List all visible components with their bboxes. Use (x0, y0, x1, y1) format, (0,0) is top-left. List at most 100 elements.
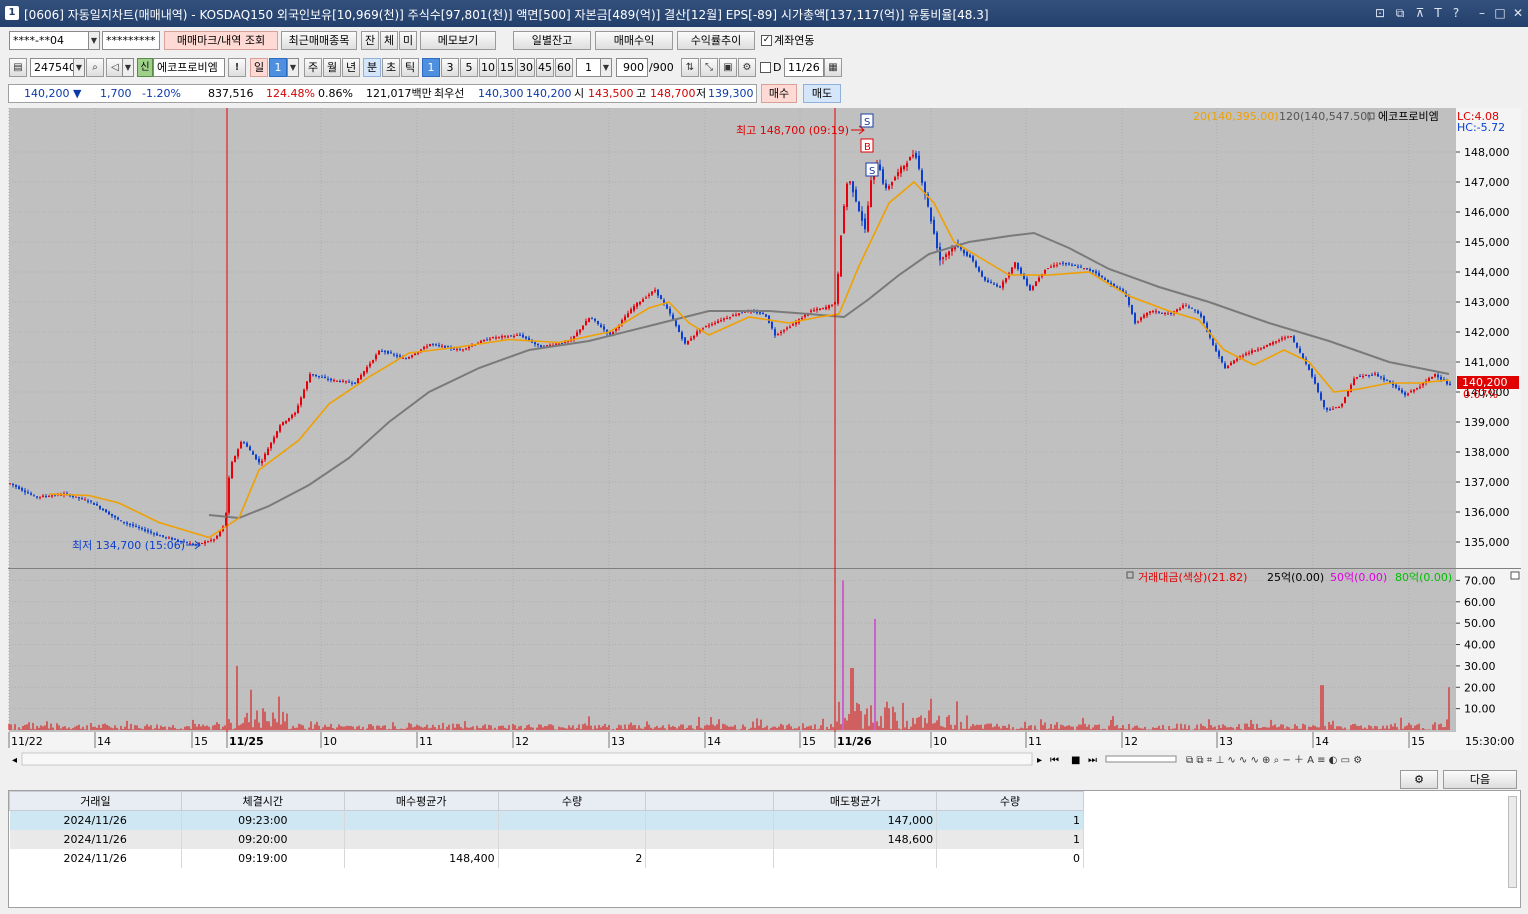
candle-body (12, 483, 14, 486)
candle-body (504, 335, 506, 337)
candle-body (1134, 313, 1136, 324)
candle-body (774, 329, 776, 336)
next-button[interactable]: 다음 (1443, 770, 1517, 789)
time-tick-label: 11/25 (229, 735, 264, 748)
candle-body (1365, 374, 1367, 376)
candle-body (1221, 356, 1223, 363)
col-sell-avg[interactable]: 매도평균가 (773, 791, 938, 811)
candle-body (1260, 348, 1262, 350)
candle-body (1194, 309, 1196, 311)
candle-body (1143, 315, 1145, 318)
candle-body (1038, 277, 1040, 282)
candle-body (1428, 378, 1430, 382)
candle-body (1362, 376, 1364, 378)
candle-body (39, 496, 41, 498)
candle-body (1092, 270, 1094, 272)
candle-body (276, 431, 278, 438)
candle-body (396, 354, 398, 357)
candle-body (582, 325, 584, 330)
candle-body (1215, 345, 1217, 352)
candle-body (90, 500, 92, 502)
sell-mark-2: S (865, 162, 879, 177)
ma120-legend: 120(140,547.50) (1279, 110, 1372, 123)
candle-body (684, 337, 686, 344)
table-scrollbar[interactable] (1508, 796, 1517, 888)
candle-body (1077, 266, 1079, 268)
time-tick-label: 11 (419, 735, 433, 748)
candle-body (759, 312, 761, 314)
candle-body (411, 355, 413, 358)
candle-body (1080, 266, 1082, 268)
candle-body (990, 281, 992, 283)
candle-body (1185, 305, 1187, 307)
candle-body (1269, 343, 1271, 346)
candle-body (648, 294, 650, 296)
candle-body (861, 211, 863, 221)
candle-body (453, 348, 455, 350)
candle-body (636, 302, 638, 307)
candle-body (951, 247, 953, 252)
candle-body (993, 283, 995, 285)
candle-body (1359, 375, 1361, 377)
candle-body (1197, 310, 1199, 314)
candle-body (825, 307, 827, 310)
table-row[interactable]: 2024/11/26 09:20:00 148,600 1 (9, 829, 1084, 849)
candle-body (159, 535, 161, 537)
candle-body (30, 493, 32, 495)
candle-body (687, 340, 689, 345)
price-tick-label: 136,000 (1464, 506, 1510, 519)
candle-body (1020, 267, 1022, 274)
candle-body (1380, 376, 1382, 378)
col-blank (645, 791, 775, 811)
candle-body (1248, 352, 1250, 354)
candle-body (654, 290, 656, 292)
candle-body (489, 338, 491, 340)
candle-body (33, 495, 35, 497)
volume-tick-label: 60.00 (1464, 596, 1496, 609)
candle-body (762, 312, 764, 314)
candle-body (849, 181, 851, 184)
candle-body (387, 351, 389, 354)
table-row[interactable]: 2024/11/26 09:23:00 147,000 1 (9, 810, 1084, 830)
candle-body (147, 530, 149, 532)
col-buy-avg[interactable]: 매수평균가 (343, 791, 499, 811)
candle-body (402, 357, 404, 359)
time-tick-label: 11/26 (837, 735, 872, 748)
candle-body (852, 181, 854, 193)
candle-body (1374, 373, 1376, 375)
scroll-left-icon: ◂ (12, 755, 17, 766)
col-sell-qty[interactable]: 수량 (936, 791, 1084, 811)
candle-body (1344, 397, 1346, 404)
candle-body (1356, 377, 1358, 379)
candle-body (324, 376, 326, 379)
candle-body (840, 235, 842, 277)
col-trade-date[interactable]: 거래일 (9, 791, 182, 811)
candle-body (1089, 269, 1091, 271)
chart-tools-icons: ⧉ ⧉ ⌗ ⊥ ∿ ∿ ∿ ⊕ ⌕ − ＋ A ≡ ◐ ▭ ⚙ (1186, 755, 1362, 766)
candle-body (900, 167, 902, 174)
candle-body (210, 540, 212, 542)
candle-body (1332, 408, 1334, 410)
table-toolbar: ⚙ 다음 (0, 768, 1528, 790)
candle-body (1407, 393, 1409, 396)
rewind-icon: ⏮ (1050, 755, 1059, 766)
candle-body (729, 317, 731, 319)
col-buy-qty[interactable]: 수량 (497, 791, 647, 811)
candle-body (393, 354, 395, 356)
col-exec-time[interactable]: 체결시간 (180, 791, 345, 811)
candle-body (1230, 362, 1232, 366)
candle-body (1404, 392, 1406, 396)
candle-body (1416, 387, 1418, 390)
candle-body (996, 284, 998, 287)
candle-body (486, 339, 488, 341)
candle-body (399, 355, 401, 357)
candle-body (657, 289, 659, 296)
settings-icon[interactable]: ⚙ (1400, 770, 1438, 789)
candle-body (1059, 263, 1061, 265)
table-row[interactable]: 2024/11/26 09:19:00 148,400 2 0 (9, 848, 1084, 868)
candle-body (234, 456, 236, 462)
candle-body (495, 337, 497, 339)
candle-body (1266, 344, 1268, 347)
chart-area[interactable]: 148,000 147,000 146,000 145,000 144,000 143,0… (0, 0, 1528, 770)
candle-body (1032, 286, 1034, 290)
